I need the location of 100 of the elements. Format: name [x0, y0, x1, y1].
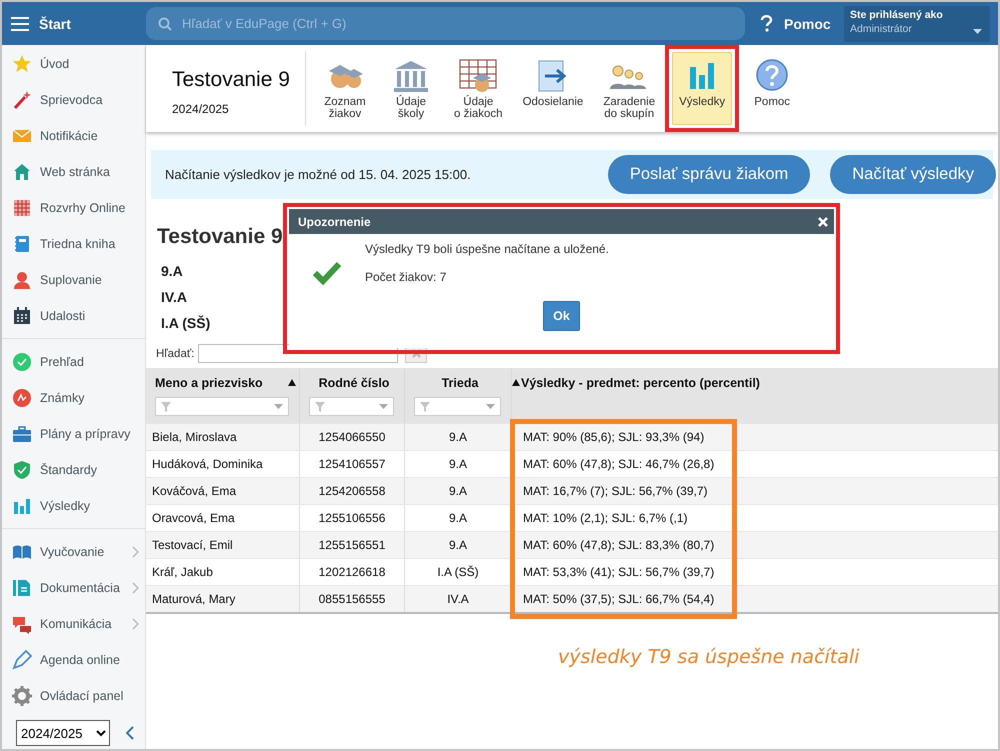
filter-icon — [161, 402, 171, 412]
sidebar-item[interactable]: Triedna kniha — [2, 226, 145, 262]
ok-button[interactable]: Ok — [543, 301, 580, 331]
toolbar-button[interactable]: Údaje školy — [385, 52, 437, 125]
class-label: I.A (SŠ) — [161, 315, 210, 331]
sidebar-item[interactable]: Udalosti — [2, 298, 145, 334]
question-mark-icon — [760, 15, 773, 32]
sidebar-item[interactable]: Úvod — [2, 46, 145, 82]
timetable-grid-icon — [12, 198, 32, 218]
test-heading: Testovanie 9 — [157, 225, 283, 249]
gear-icon — [12, 686, 32, 706]
table-cell: Maturová, Mary — [146, 586, 300, 612]
filter-icon — [315, 402, 325, 412]
toolbar-button[interactable]: Údaje o žiakoch — [451, 52, 506, 125]
checkmark-icon — [313, 259, 341, 285]
sidebar-item[interactable]: Dokumentácia — [2, 570, 145, 606]
column-filter-field[interactable] — [155, 397, 289, 416]
action-button[interactable]: Poslať správu žiakom — [608, 155, 810, 194]
sidebar-item[interactable]: Sprievodca — [2, 82, 145, 118]
dialog-title: Upozornenie — [298, 214, 371, 228]
filter-icon — [420, 402, 430, 412]
student-count: Počet žiakov: 7 — [365, 270, 448, 284]
year-select[interactable]: 2024/2025 — [16, 720, 110, 746]
school-year: 2024/2025 — [172, 102, 230, 116]
info-text: Načítanie výsledkov je možné od 15. 04. 2025 15:00. — [165, 167, 471, 182]
sidebar-item[interactable]: Suplovanie — [2, 262, 145, 298]
caret-icon — [973, 28, 982, 34]
sidebar-item[interactable]: Vyučovanie — [2, 534, 145, 570]
table-cell: 0855156555 — [300, 586, 405, 612]
user-caption: Ste prihlásený ako — [850, 8, 943, 20]
sidebar-item[interactable]: Ovládací panel — [2, 678, 145, 714]
action-button[interactable]: Načítať výsledky — [830, 155, 996, 194]
briefcase-icon — [12, 424, 32, 444]
table-cell: 9.A — [405, 478, 512, 504]
column-header[interactable]: Rodné číslo — [318, 376, 390, 390]
table-cell: 9.A — [405, 424, 512, 450]
table-cell-text: MAT: 50% (37,5); SJL: 66,7% (54,4) — [522, 591, 716, 608]
menu-button[interactable]: Štart — [2, 2, 146, 45]
search-field[interactable]: Hľadať v EduPage (Ctrl + G) — [146, 7, 745, 40]
document-icon — [12, 578, 32, 598]
toolbar-button[interactable]: Zaradenie do skupín — [600, 52, 658, 125]
table-cell: 1255156551 — [300, 532, 405, 558]
table-cell: Testovací, Emil — [146, 532, 300, 558]
table-cell-text: MAT: 10% (2,1); SJL: 6,7% (,1) — [522, 510, 689, 527]
search-icon — [158, 17, 172, 31]
toolbar-button[interactable]: Výsledky — [672, 52, 732, 125]
sidebar-item[interactable]: Známky — [2, 380, 145, 416]
table-cell-text: MAT: 90% (85,6); SJL: 93,3% (94) — [522, 429, 706, 446]
table-cell-text: MAT: 60% (47,8); SJL: 46,7% (26,8) — [522, 456, 716, 473]
menu-icon — [11, 16, 29, 30]
bar-chart-icon — [12, 496, 32, 516]
table-cell: Kováčová, Ema — [146, 478, 300, 504]
sidebar-item[interactable]: Prehľad — [2, 344, 145, 380]
notebook-icon — [12, 234, 32, 254]
toolbar-button[interactable]: Pomoc — [746, 52, 798, 125]
close-icon — [818, 216, 828, 226]
pen-icon — [12, 650, 32, 670]
chevron-right-icon — [132, 546, 139, 558]
help-button[interactable]: Pomoc — [760, 15, 831, 32]
chat-bubbles-icon — [12, 614, 32, 634]
table-cell: Biela, Miroslava — [146, 424, 300, 450]
sidebar-item[interactable]: Štandardy — [2, 452, 145, 488]
close-icon — [412, 349, 421, 358]
caret-icon — [486, 404, 495, 409]
sidebar-item[interactable]: Agenda online — [2, 642, 145, 678]
sidebar-item[interactable]: Výsledky — [2, 488, 145, 524]
toolbar-button[interactable]: Odosielanie — [520, 52, 586, 125]
chevron-right-icon — [132, 582, 139, 594]
table-cell: 1254066550 — [300, 424, 405, 450]
table-cell-text: MAT: 16,7% (7); SJL: 56,7% (39,7) — [522, 483, 709, 500]
column-header[interactable]: Výsledky - predmet: percento (percentil) — [521, 376, 760, 390]
column-filter-field[interactable] — [414, 397, 501, 416]
column-header[interactable]: Trieda — [442, 376, 478, 390]
table-cell: IV.A — [405, 586, 512, 612]
check-circle-icon — [12, 352, 32, 372]
shield-icon — [12, 460, 32, 480]
sidebar-item[interactable]: Plány a prípravy — [2, 416, 145, 452]
sidebar-item[interactable]: Notifikácie — [2, 118, 145, 154]
caret-icon — [274, 404, 283, 409]
caret-icon — [379, 404, 388, 409]
sidebar-item[interactable]: Komunikácia — [2, 606, 145, 642]
close-button[interactable] — [818, 216, 828, 226]
column-header[interactable]: Meno a priezvisko — [155, 376, 263, 390]
sidebar-item[interactable]: Web stránka — [2, 154, 145, 190]
column-filter-field[interactable] — [309, 397, 394, 416]
table-cell: 1254206558 — [300, 478, 405, 504]
sidebar-item[interactable]: Rozvrhy Online — [2, 190, 145, 226]
table-cell-text: MAT: 60% (47,8); SJL: 83,3% (80,7) — [522, 537, 716, 554]
page-title: Testovanie 9 — [172, 68, 291, 92]
calendar-icon — [12, 306, 32, 326]
star-icon — [12, 54, 32, 74]
annotation-note: výsledky T9 sa úspešne načítali — [558, 646, 860, 668]
chevron-right-icon — [132, 618, 139, 630]
person-icon — [12, 270, 32, 290]
magic-wand-icon — [12, 90, 32, 110]
toolbar-button[interactable]: Zoznam žiakov — [319, 52, 371, 125]
house-icon — [12, 162, 32, 182]
user-menu[interactable]: Ste prihlásený ako Administrátor — [844, 6, 990, 42]
table-cell-text: MAT: 53,3% (41); SJL: 56,7% (39,7) — [522, 564, 716, 581]
search-label: Hľadať: — [156, 348, 194, 360]
